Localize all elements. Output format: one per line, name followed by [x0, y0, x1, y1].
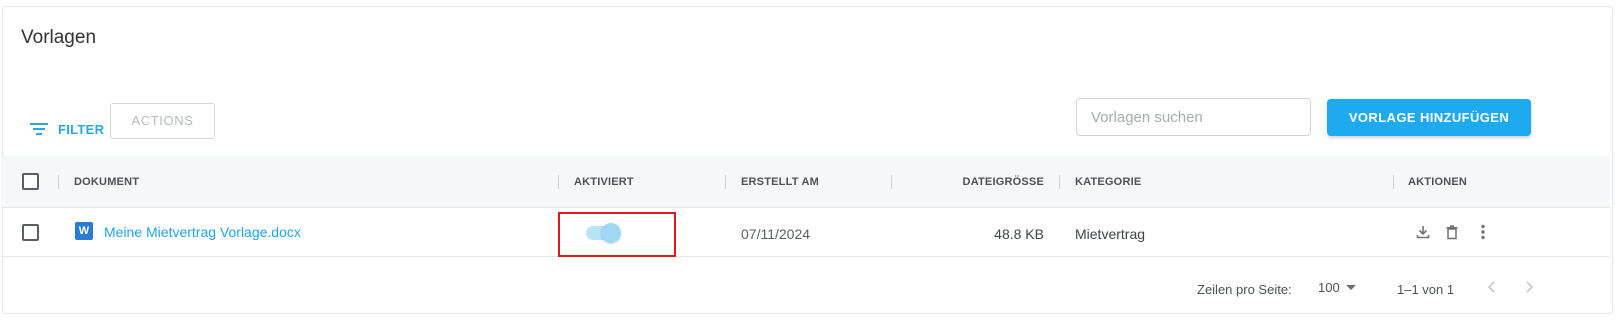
rows-per-page-select[interactable]: 100 [1318, 280, 1356, 295]
add-template-button[interactable]: VORLAGE HINZUFÜGEN [1327, 99, 1531, 136]
column-divider [1059, 175, 1060, 189]
filter-button[interactable]: FILTER [30, 118, 104, 140]
row-checkbox[interactable] [22, 224, 39, 241]
column-header-filesize[interactable]: DATEIGRÖSSE [963, 176, 1044, 188]
caret-down-icon [1345, 284, 1356, 290]
column-header-category[interactable]: KATEGORIE [1075, 176, 1141, 188]
category: Mietvertrag [1075, 226, 1146, 242]
search-input[interactable] [1076, 98, 1311, 136]
file-size: 48.8 KB [994, 226, 1044, 242]
table-row: W Meine Mietvertrag Vorlage.docx 07/11/2… [1, 209, 1610, 257]
more-vertical-icon[interactable] [1474, 223, 1492, 241]
trash-icon[interactable] [1443, 223, 1461, 241]
page-title: Vorlagen [21, 27, 97, 48]
select-all-checkbox[interactable] [22, 173, 39, 190]
filter-icon [30, 123, 48, 135]
column-divider [725, 175, 726, 189]
chevron-right-icon[interactable] [1523, 280, 1535, 294]
column-header-created[interactable]: ERSTELLT AM [741, 176, 819, 188]
column-divider [1393, 175, 1394, 189]
rows-per-page-label: Zeilen pro Seite: [1197, 282, 1292, 297]
activated-toggle-knob[interactable] [601, 223, 621, 243]
table-header: DOKUMENT AKTIVIERT ERSTELLT AM DATEIGRÖS… [1, 156, 1610, 208]
column-header-actions: AKTIONEN [1408, 176, 1468, 188]
pagination-range: 1–1 von 1 [1397, 282, 1455, 297]
document-link[interactable]: Meine Mietvertrag Vorlage.docx [104, 224, 301, 240]
actions-button[interactable]: ACTIONS [110, 103, 215, 139]
column-divider [58, 175, 59, 189]
download-icon[interactable] [1414, 223, 1432, 241]
word-file-icon: W [75, 222, 93, 240]
column-header-document[interactable]: DOKUMENT [74, 176, 139, 188]
column-header-activated[interactable]: AKTIVIERT [574, 176, 634, 188]
filter-label: FILTER [58, 121, 105, 137]
chevron-left-icon[interactable] [1486, 280, 1498, 294]
created-date: 07/11/2024 [741, 226, 811, 242]
column-divider [891, 175, 892, 189]
column-divider [558, 175, 559, 189]
rows-per-page-value: 100 [1318, 280, 1340, 295]
